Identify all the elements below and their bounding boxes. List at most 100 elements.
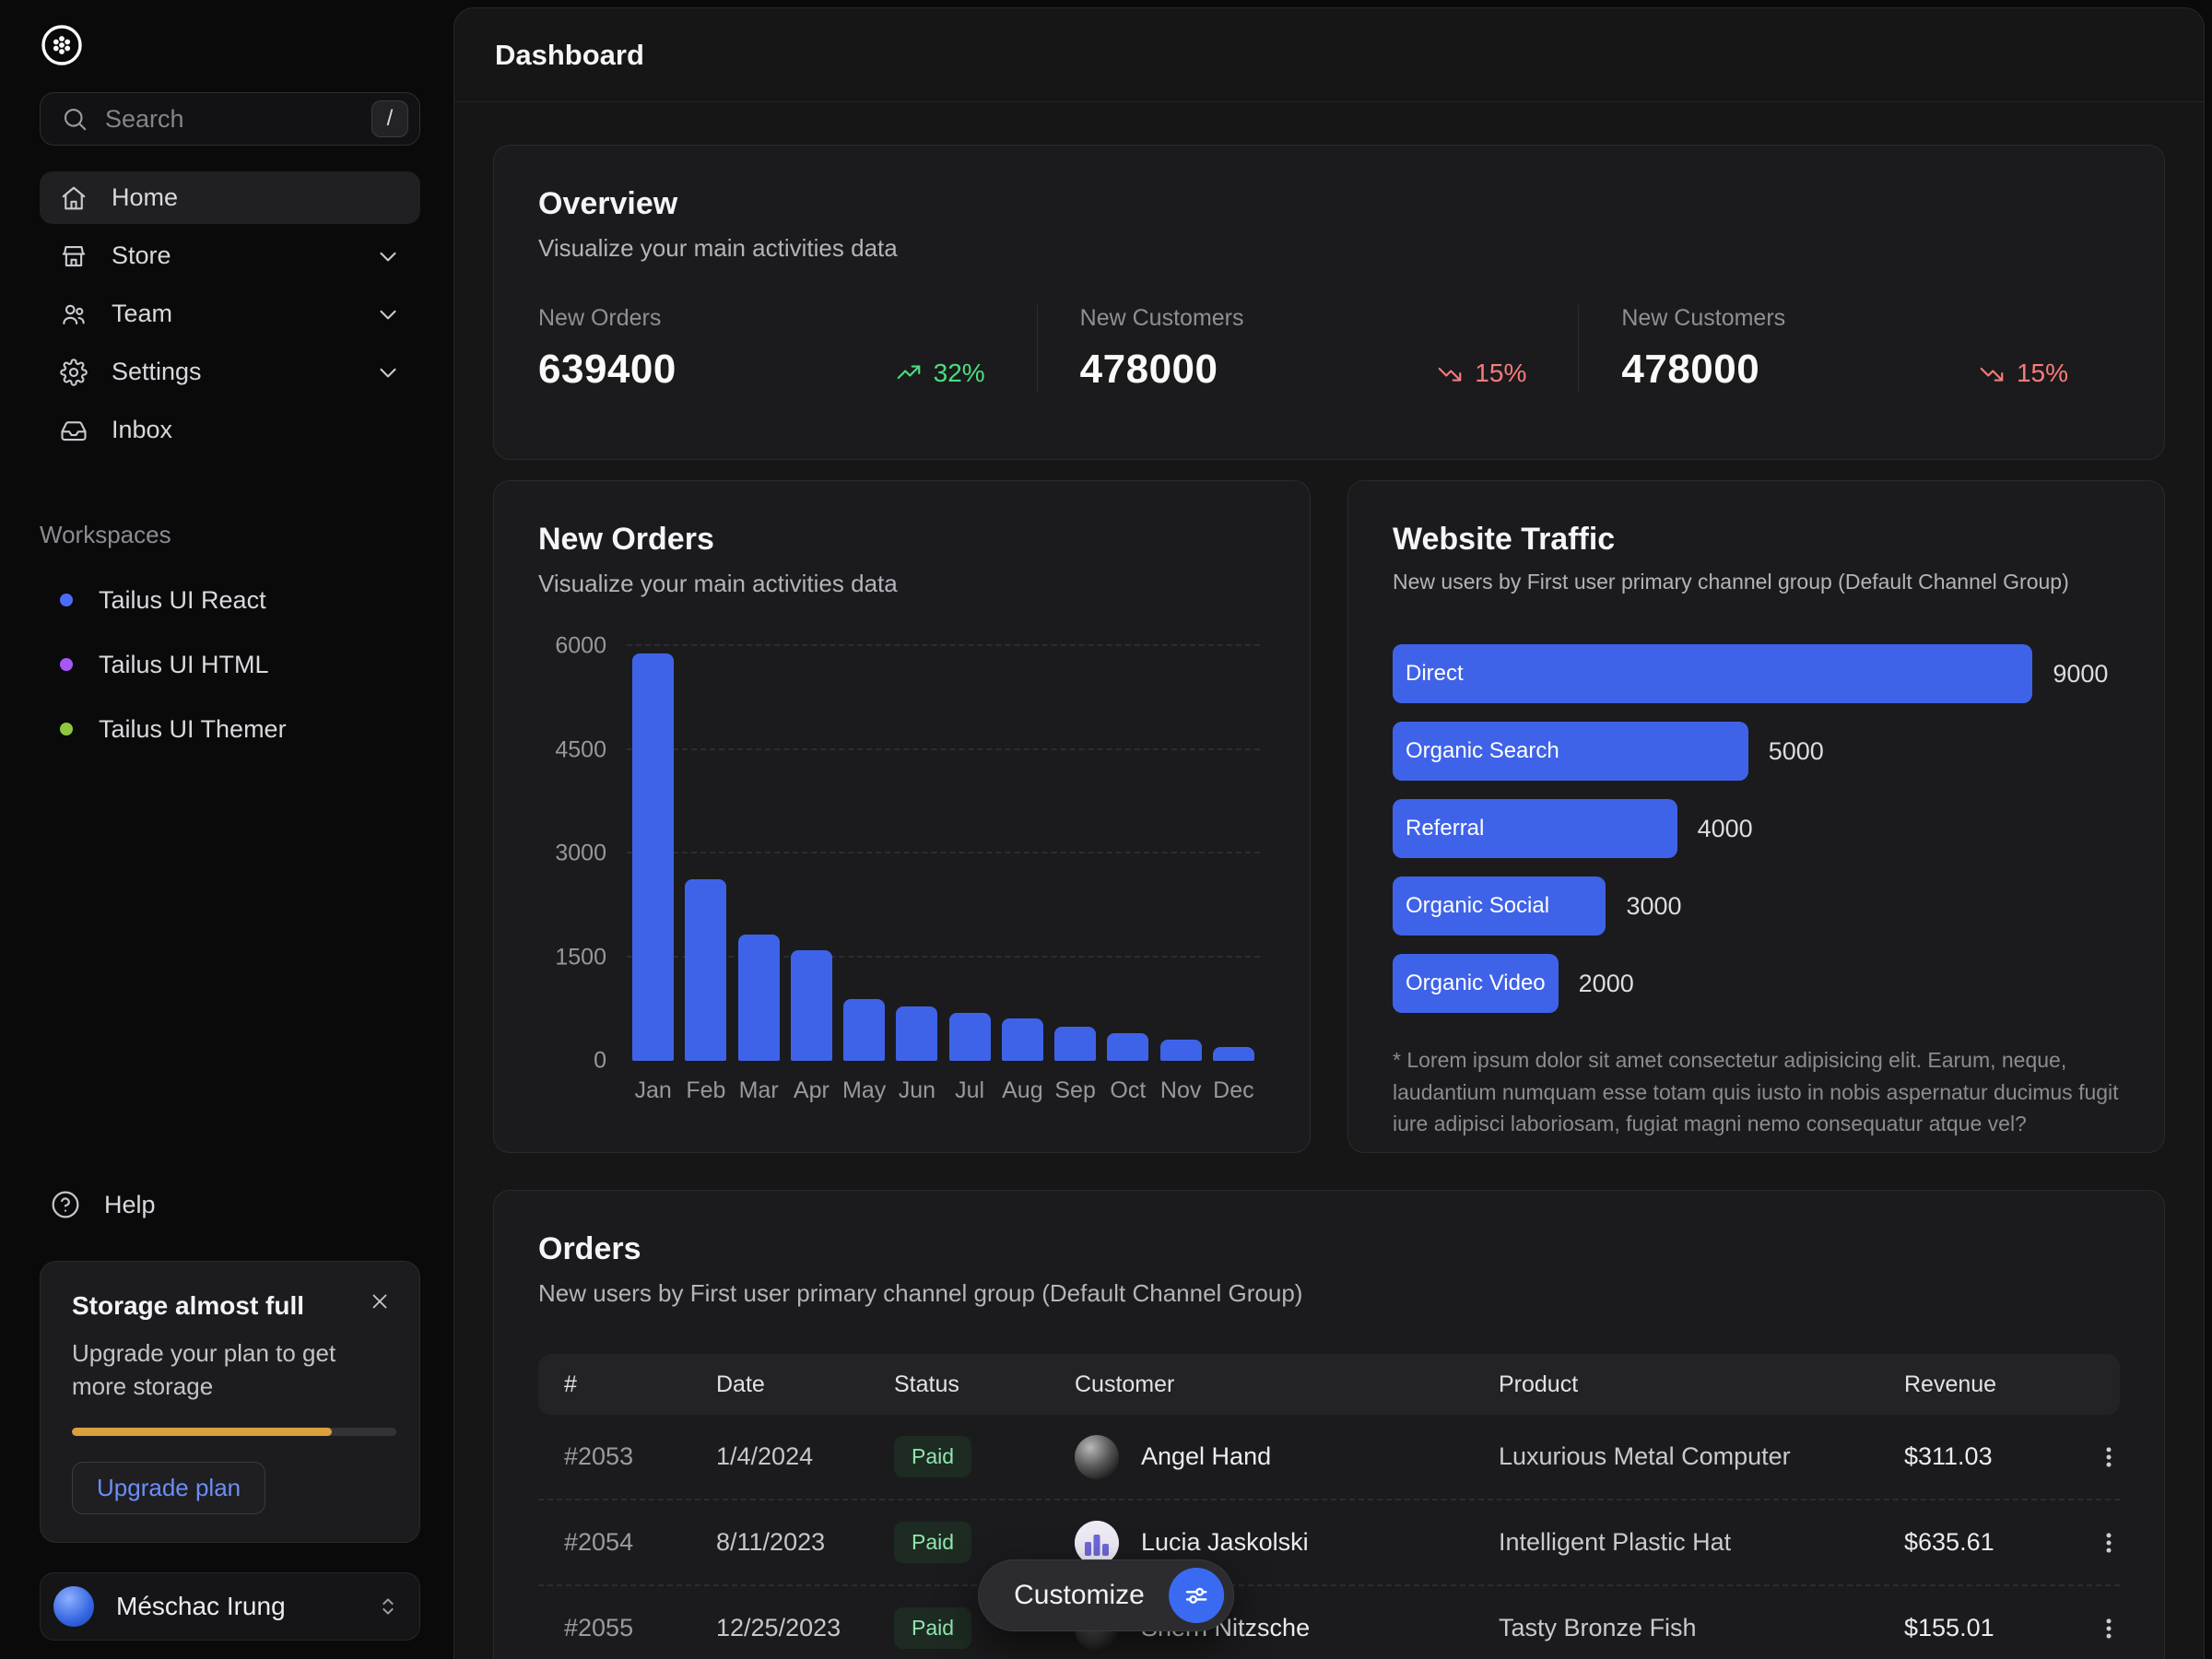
status-badge: Paid (894, 1436, 971, 1477)
stat-new-customers: New Customers47800015% (1037, 305, 1579, 393)
table-row[interactable]: #20548/11/2023PaidLucia JaskolskiIntelli… (538, 1500, 2120, 1586)
chevron-down-icon (374, 242, 402, 270)
new-orders-chart-title: New Orders (538, 522, 1265, 558)
home-icon (60, 184, 88, 212)
chevron-down-icon (374, 359, 402, 386)
order-id: #2055 (564, 1614, 716, 1642)
y-tick-label: 1500 (555, 944, 606, 971)
order-date: 8/11/2023 (716, 1528, 894, 1557)
x-tick-label: Jul (944, 1077, 996, 1104)
orders-table-body: #20531/4/2024PaidAngel HandLuxurious Met… (538, 1415, 2120, 1659)
row-actions-kebab-icon[interactable] (2088, 1608, 2129, 1649)
bar-series (627, 646, 1260, 1061)
storage-alert-card: Storage almost full Upgrade your plan to… (40, 1261, 420, 1543)
page-header: Dashboard (454, 8, 2204, 102)
workspace-item[interactable]: Tailus UI Themer (40, 706, 420, 752)
traffic-row-organic-video: Organic Video 2000 (1393, 954, 2120, 1013)
order-date: 1/4/2024 (716, 1442, 894, 1471)
search-shortcut-key: / (371, 100, 408, 137)
bar-jun (896, 1006, 937, 1061)
row-actions-kebab-icon[interactable] (2088, 1523, 2129, 1563)
bar-chart: 01500300045006000 (627, 646, 1260, 1061)
avatar (53, 1586, 94, 1627)
sidebar-item-inbox[interactable]: Inbox (40, 404, 420, 456)
orders-subtitle: New users by First user primary channel … (538, 1279, 2120, 1308)
workspace-label: Tailus UI React (99, 586, 266, 615)
y-tick-label: 0 (594, 1048, 606, 1075)
workspaces-heading: Workspaces (40, 521, 420, 549)
stat-label: New Orders (538, 305, 895, 332)
row-actions-kebab-icon[interactable] (2088, 1437, 2129, 1477)
overview-stats: New Orders63940032%New Customers47800015… (538, 305, 2120, 393)
search-input[interactable] (105, 105, 355, 134)
workspace-item[interactable]: Tailus UI React (40, 577, 420, 623)
sidebar-item-settings[interactable]: Settings (40, 346, 420, 398)
app-logo-icon[interactable] (40, 23, 84, 67)
sidebar-item-home[interactable]: Home (40, 171, 420, 224)
bar-jan (632, 653, 674, 1062)
workspace-label: Tailus UI Themer (99, 715, 287, 744)
bar-slot-dec (1207, 646, 1260, 1061)
sidebar-item-store[interactable]: Store (40, 229, 420, 282)
storage-title: Storage almost full (72, 1291, 392, 1321)
sidebar-item-team[interactable]: Team (40, 288, 420, 340)
x-tick-label: Jun (890, 1077, 943, 1104)
upgrade-plan-button[interactable]: Upgrade plan (72, 1462, 265, 1514)
traffic-bar-value: 9000 (2053, 660, 2108, 688)
column-header-revenue: Revenue (1904, 1371, 2083, 1398)
bar-nov (1160, 1040, 1202, 1061)
trending-down-icon (1436, 359, 1464, 387)
stat-change-badge: 15% (1436, 359, 1526, 388)
workspace-dot (60, 658, 73, 671)
x-tick-label: Sep (1049, 1077, 1101, 1104)
sidebar-item-label: Settings (112, 358, 350, 386)
traffic-bar: Organic Video (1393, 954, 1559, 1013)
table-row[interactable]: #205512/25/2023PaidShern NitzscheTasty B… (538, 1586, 2120, 1659)
order-id: #2053 (564, 1442, 716, 1471)
help-button[interactable]: Help (40, 1180, 420, 1230)
traffic-row-referral: Referral4000 (1393, 799, 2120, 858)
bar-slot-jul (944, 646, 996, 1061)
x-tick-label: Oct (1101, 1077, 1154, 1104)
website-traffic-title: Website Traffic (1393, 522, 2120, 558)
close-icon[interactable] (364, 1286, 395, 1317)
bar-dec (1213, 1047, 1254, 1061)
user-menu[interactable]: Méschac Irung (40, 1572, 420, 1641)
traffic-bar-value: 4000 (1698, 815, 1753, 843)
stat-label: New Customers (1621, 305, 1978, 332)
stat-new-orders: New Orders63940032% (538, 305, 1037, 393)
overview-title: Overview (538, 186, 2120, 222)
bar-slot-oct (1101, 646, 1154, 1061)
traffic-bar-label: Organic Video (1406, 971, 1546, 996)
x-tick-label: Mar (733, 1077, 785, 1104)
stat-value: 478000 (1621, 347, 1978, 393)
main-panel: Dashboard Overview Visualize your main a… (453, 7, 2205, 1659)
bar-feb (685, 879, 726, 1061)
bar-slot-jan (627, 646, 679, 1061)
inbox-icon (60, 417, 88, 444)
bar-slot-feb (679, 646, 732, 1061)
traffic-bar-value: 2000 (1579, 970, 1634, 998)
column-header-product: Product (1499, 1371, 1904, 1398)
storage-description: Upgrade your plan to get more storage (72, 1337, 392, 1404)
bar-slot-nov (1155, 646, 1207, 1061)
workspace-item[interactable]: Tailus UI HTML (40, 641, 420, 688)
y-tick-label: 3000 (555, 841, 606, 867)
sidebar-item-label: Inbox (112, 416, 402, 444)
orders-table-header: #DateStatusCustomerProductRevenue (538, 1354, 2120, 1415)
traffic-row-organic-search: Organic Search5000 (1393, 722, 2120, 781)
team-icon (60, 300, 88, 328)
customer-name: Angel Hand (1141, 1442, 1271, 1471)
traffic-bar-value: 3000 (1626, 892, 1681, 921)
workspaces-list: Tailus UI React Tailus UI HTML Tailus UI T… (40, 577, 420, 752)
sidebar-item-label: Store (112, 241, 350, 270)
settings-icon (60, 359, 88, 386)
customize-button[interactable]: Customize (978, 1559, 1234, 1631)
order-id: #2054 (564, 1528, 716, 1557)
table-row[interactable]: #20531/4/2024PaidAngel HandLuxurious Met… (538, 1415, 2120, 1500)
traffic-bar: Direct (1393, 644, 2032, 703)
customer-name: Lucia Jaskolski (1141, 1528, 1309, 1557)
traffic-bar: Organic Search (1393, 722, 1748, 781)
bar-slot-jun (890, 646, 943, 1061)
new-orders-chart-subtitle: Visualize your main activities data (538, 570, 1265, 598)
